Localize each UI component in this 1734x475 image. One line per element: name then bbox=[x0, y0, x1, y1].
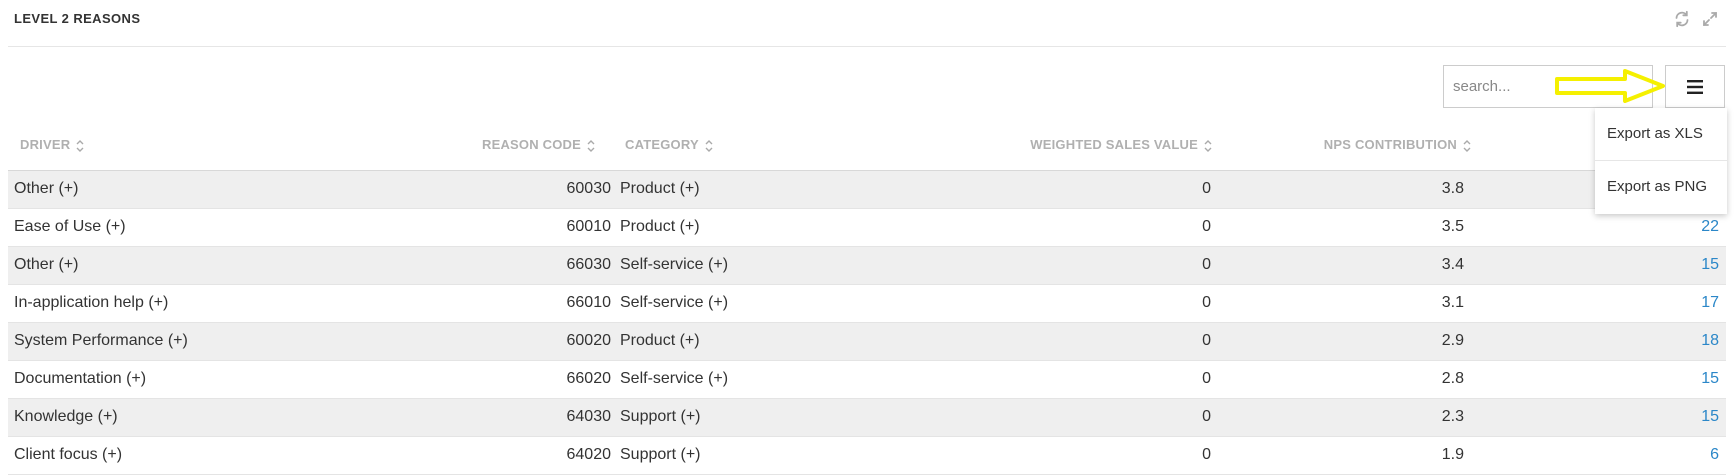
weighted-sales-value-cell: 0 bbox=[1202, 180, 1211, 197]
column-header-weighted-sales-value[interactable]: WEIGHTED SALES VALUE bbox=[1030, 137, 1212, 153]
column-header-nps-contribution[interactable]: NPS CONTRIBUTION bbox=[1324, 137, 1471, 153]
column-header-driver[interactable]: DRIVER bbox=[20, 137, 84, 153]
nps-contribution-cell: 3.1 bbox=[1441, 294, 1464, 311]
panel-title: LEVEL 2 REASONS bbox=[14, 11, 141, 26]
count-link[interactable]: 6 bbox=[1710, 446, 1719, 464]
weighted-sales-value-cell: 0 bbox=[1202, 370, 1211, 387]
driver-cell[interactable]: System Performance (+) bbox=[14, 332, 188, 350]
column-header-reason-code[interactable]: REASON CODE bbox=[482, 137, 595, 153]
export-png-menu-item[interactable]: Export as PNG bbox=[1595, 160, 1727, 213]
panel-header: LEVEL 2 REASONS bbox=[8, 0, 1726, 47]
count-link[interactable]: 17 bbox=[1701, 294, 1719, 312]
count-link[interactable]: 15 bbox=[1701, 370, 1719, 388]
reason-code-cell: 64020 bbox=[566, 446, 612, 463]
count-link[interactable]: 18 bbox=[1701, 332, 1719, 350]
count-link[interactable]: 22 bbox=[1701, 218, 1719, 236]
category-cell[interactable]: Support (+) bbox=[620, 446, 700, 464]
weighted-sales-value-cell: 0 bbox=[1202, 218, 1211, 235]
column-header-label: WEIGHTED SALES VALUE bbox=[1030, 137, 1198, 152]
nps-contribution-cell: 2.9 bbox=[1441, 332, 1464, 349]
nps-contribution-cell: 1.9 bbox=[1441, 446, 1464, 463]
driver-cell[interactable]: Other (+) bbox=[14, 180, 78, 198]
reason-code-cell: 64030 bbox=[566, 408, 612, 425]
reason-code-cell: 60020 bbox=[566, 332, 612, 349]
column-header-label: DRIVER bbox=[20, 137, 71, 152]
driver-cell[interactable]: Client focus (+) bbox=[14, 446, 122, 464]
export-menu-button[interactable] bbox=[1665, 65, 1725, 108]
nps-contribution-cell: 2.3 bbox=[1441, 408, 1464, 425]
table-row: Documentation (+) 66020 Self-service (+)… bbox=[8, 361, 1726, 399]
expand-icon[interactable] bbox=[1701, 10, 1719, 28]
category-cell[interactable]: Support (+) bbox=[620, 408, 700, 426]
driver-cell[interactable]: Ease of Use (+) bbox=[14, 218, 126, 236]
weighted-sales-value-cell: 0 bbox=[1202, 294, 1211, 311]
column-header-category[interactable]: CATEGORY bbox=[625, 137, 713, 153]
reason-code-cell: 66030 bbox=[566, 256, 612, 273]
category-cell[interactable]: Product (+) bbox=[620, 332, 700, 350]
weighted-sales-value-cell: 0 bbox=[1202, 256, 1211, 273]
table-row: Client focus (+) 64020 Support (+) 0 1.9… bbox=[8, 437, 1726, 475]
nps-contribution-cell: 3.5 bbox=[1441, 218, 1464, 235]
category-cell[interactable]: Self-service (+) bbox=[620, 256, 728, 274]
reason-code-cell: 60010 bbox=[566, 218, 612, 235]
weighted-sales-value-cell: 0 bbox=[1202, 332, 1211, 349]
table-row: Knowledge (+) 64030 Support (+) 0 2.3 15 bbox=[8, 399, 1726, 437]
sort-icon bbox=[587, 139, 595, 152]
nps-contribution-cell: 3.8 bbox=[1441, 180, 1464, 197]
table-row: Other (+) 60030 Product (+) 0 3.8 bbox=[8, 171, 1726, 209]
yellow-arrow-annotation bbox=[1555, 69, 1665, 103]
reason-code-cell: 66010 bbox=[566, 294, 612, 311]
nps-contribution-cell: 3.4 bbox=[1441, 256, 1464, 273]
table-row: Other (+) 66030 Self-service (+) 0 3.4 1… bbox=[8, 247, 1726, 285]
category-cell[interactable]: Self-service (+) bbox=[620, 370, 728, 388]
driver-cell[interactable]: Other (+) bbox=[14, 256, 78, 274]
table-row: In-application help (+) 66010 Self-servi… bbox=[8, 285, 1726, 323]
nps-contribution-cell: 2.8 bbox=[1441, 370, 1464, 387]
weighted-sales-value-cell: 0 bbox=[1202, 446, 1211, 463]
export-xls-menu-item[interactable]: Export as XLS bbox=[1595, 108, 1727, 160]
sort-icon bbox=[705, 139, 713, 152]
sort-icon bbox=[1204, 139, 1212, 152]
reason-code-cell: 60030 bbox=[566, 180, 612, 197]
sort-icon bbox=[1463, 139, 1471, 152]
level2-reasons-panel: LEVEL 2 REASONS Export as XLS bbox=[0, 0, 1734, 475]
driver-cell[interactable]: Documentation (+) bbox=[14, 370, 146, 388]
category-cell[interactable]: Product (+) bbox=[620, 180, 700, 198]
category-cell[interactable]: Product (+) bbox=[620, 218, 700, 236]
table-row: System Performance (+) 60020 Product (+)… bbox=[8, 323, 1726, 361]
weighted-sales-value-cell: 0 bbox=[1202, 408, 1211, 425]
column-header-label: CATEGORY bbox=[625, 137, 699, 152]
table-header: DRIVER REASON CODE CATEGORY WEIGHTED SAL… bbox=[8, 125, 1726, 171]
category-cell[interactable]: Self-service (+) bbox=[620, 294, 728, 312]
export-dropdown-menu: Export as XLS Export as PNG bbox=[1595, 108, 1727, 214]
count-link[interactable]: 15 bbox=[1701, 256, 1719, 274]
sort-icon bbox=[76, 139, 84, 152]
column-header-label: NPS CONTRIBUTION bbox=[1323, 137, 1457, 152]
refresh-icon[interactable] bbox=[1673, 10, 1691, 28]
driver-cell[interactable]: In-application help (+) bbox=[14, 294, 168, 312]
reason-code-cell: 66020 bbox=[566, 370, 612, 387]
column-header-label: REASON CODE bbox=[482, 137, 581, 152]
hamburger-menu-icon bbox=[1687, 79, 1703, 94]
driver-cell[interactable]: Knowledge (+) bbox=[14, 408, 118, 426]
table-row: Ease of Use (+) 60010 Product (+) 0 3.5 … bbox=[8, 209, 1726, 247]
count-link[interactable]: 15 bbox=[1701, 408, 1719, 426]
reasons-table: DRIVER REASON CODE CATEGORY WEIGHTED SAL… bbox=[8, 125, 1726, 475]
